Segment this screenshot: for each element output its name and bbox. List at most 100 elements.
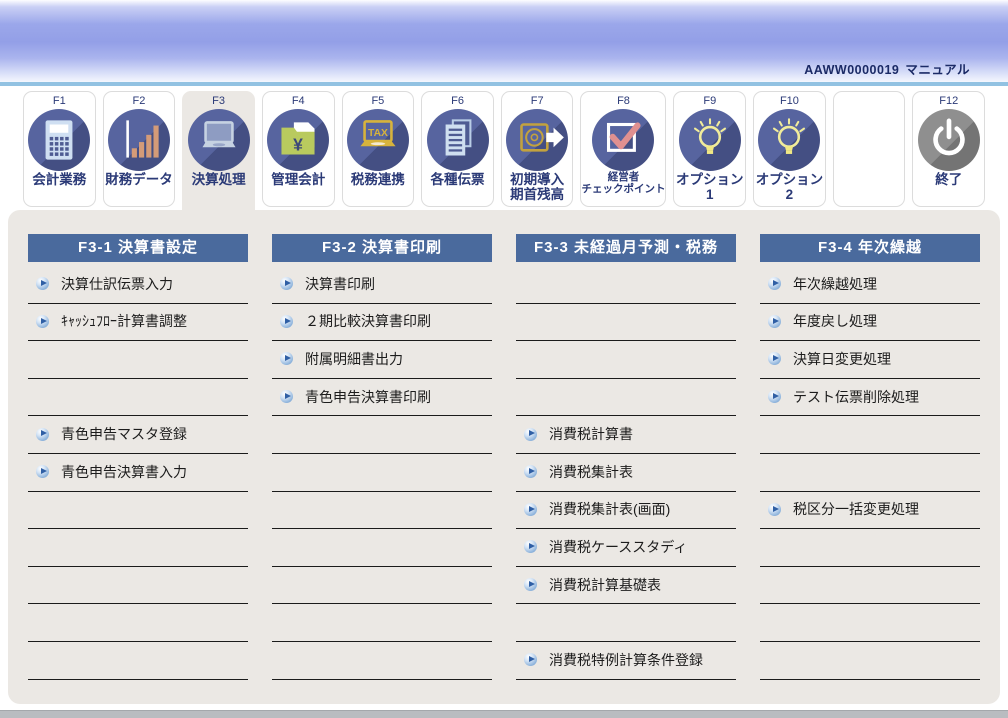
menu-item-label: 青色申告決算書入力 xyxy=(61,462,187,482)
power-icon xyxy=(918,109,980,171)
menu-item[interactable]: 消費税計算書 xyxy=(516,416,736,454)
menu-item-label: 年度戻し処理 xyxy=(793,311,877,331)
menu-row-empty xyxy=(516,604,736,642)
menu-item-label: 消費税集計表 xyxy=(549,462,633,482)
fkey-button-f10[interactable]: F10 オプション2 xyxy=(753,91,826,207)
menu-item-label: 消費税特例計算条件登録 xyxy=(549,650,703,670)
arrow-bullet-icon xyxy=(36,465,49,478)
menu-item[interactable]: 青色申告決算書入力 xyxy=(28,454,248,492)
menu-item-label: 決算仕訳伝票入力 xyxy=(61,274,173,294)
fkey-label: F1 xyxy=(53,94,66,108)
menu-row-empty xyxy=(28,642,248,680)
arrow-bullet-icon xyxy=(524,653,537,666)
fkey-button-f3[interactable]: F3 決算処理 xyxy=(182,91,255,207)
bulb-icon xyxy=(758,109,820,171)
tax-laptop-icon: TAX xyxy=(347,109,409,171)
menu-item-label: テスト伝票削除処理 xyxy=(793,387,919,407)
menu-row-empty xyxy=(760,529,980,567)
menu-row-empty xyxy=(760,567,980,605)
menu-item[interactable]: テスト伝票削除処理 xyxy=(760,379,980,417)
fkey-name: オプション2 xyxy=(756,172,824,202)
svg-text:TAX: TAX xyxy=(368,128,388,139)
arrow-bullet-icon xyxy=(280,277,293,290)
screen-id: AAWW0000019 xyxy=(804,63,899,77)
arrow-bullet-icon xyxy=(768,503,781,516)
menu-item[interactable]: 消費税ケーススタディ xyxy=(516,529,736,567)
menu-row-empty xyxy=(28,529,248,567)
menu-item-label: 決算日変更処理 xyxy=(793,349,891,369)
menu-item-label: 附属明細書出力 xyxy=(305,349,403,369)
bulb-icon xyxy=(679,109,741,171)
fkey-label: F10 xyxy=(780,94,799,108)
fkey-button-f8[interactable]: F8 経営者チェックポイント xyxy=(580,91,666,207)
laptop-icon xyxy=(188,109,250,171)
menu-item[interactable]: ２期比較決算書印刷 xyxy=(272,304,492,342)
arrow-bullet-icon xyxy=(280,352,293,365)
menu-row-empty xyxy=(516,379,736,417)
menu-item-label: 青色申告決算書印刷 xyxy=(305,387,431,407)
fkey-label: F3 xyxy=(212,94,225,108)
column-header: F3-4 年次繰越 xyxy=(760,234,980,262)
fkey-label: F8 xyxy=(617,94,630,108)
fkey-button-f5[interactable]: F5 TAX 税務連携 xyxy=(342,91,415,207)
column-header: F3-3 未経過月予測・税務 xyxy=(516,234,736,262)
manual-link[interactable]: マニュアル xyxy=(905,63,970,77)
menu-row-empty xyxy=(516,266,736,304)
menu-item-label: 税区分一括変更処理 xyxy=(793,499,919,519)
bar-chart-icon xyxy=(108,109,170,171)
fkey-label: F6 xyxy=(451,94,464,108)
menu-row-empty xyxy=(28,379,248,417)
menu-column: F3-3 未経過月予測・税務 消費税計算書 消費税集計表 消費税集計表(画面) … xyxy=(516,234,736,680)
menu-item[interactable]: 青色申告決算書印刷 xyxy=(272,379,492,417)
fkey-name: 財務データ xyxy=(105,172,173,187)
menu-item-label: 消費税計算書 xyxy=(549,424,633,444)
fkey-button-f4[interactable]: F4 ¥ 管理会計 xyxy=(262,91,335,207)
arrow-bullet-icon xyxy=(36,428,49,441)
fkey-label: F9 xyxy=(703,94,716,108)
menu-item[interactable]: 消費税集計表 xyxy=(516,454,736,492)
menu-item[interactable]: 青色申告マスタ登録 xyxy=(28,416,248,454)
menu-row-empty xyxy=(272,454,492,492)
menu-item-label: 消費税計算基礎表 xyxy=(549,575,661,595)
safe-arrow-icon xyxy=(506,109,568,171)
fkey-button-f6[interactable]: F6 各種伝票 xyxy=(421,91,494,207)
arrow-bullet-icon xyxy=(36,277,49,290)
arrow-bullet-icon xyxy=(280,315,293,328)
menu-item[interactable]: 決算仕訳伝票入力 xyxy=(28,266,248,304)
menu-item[interactable]: 附属明細書出力 xyxy=(272,341,492,379)
menu-row-empty xyxy=(272,529,492,567)
fkey-name: 経営者チェックポイント xyxy=(581,172,665,196)
menu-item[interactable]: 消費税集計表(画面) xyxy=(516,492,736,530)
fkey-label: F5 xyxy=(371,94,384,108)
arrow-bullet-icon xyxy=(524,503,537,516)
menu-item[interactable]: 決算書印刷 xyxy=(272,266,492,304)
menu-item-label: 消費税集計表(画面) xyxy=(549,499,670,519)
menu-row-empty xyxy=(760,416,980,454)
menu-row-empty xyxy=(28,492,248,530)
menu-row-empty xyxy=(28,341,248,379)
menu-grid: F3-1 決算書設定 決算仕訳伝票入力 ｷｬｯｼｭﾌﾛｰ計算書調整 青色申告マス… xyxy=(8,210,1000,680)
menu-row-empty xyxy=(516,304,736,342)
fkey-button-f1[interactable]: F1 会計業務 xyxy=(23,91,96,207)
menu-item[interactable]: 消費税計算基礎表 xyxy=(516,567,736,605)
menu-item[interactable]: 年度戻し処理 xyxy=(760,304,980,342)
menu-item[interactable]: 税区分一括変更処理 xyxy=(760,492,980,530)
menu-item[interactable]: ｷｬｯｼｭﾌﾛｰ計算書調整 xyxy=(28,304,248,342)
menu-item[interactable]: 消費税特例計算条件登録 xyxy=(516,642,736,680)
fkey-button-f7[interactable]: F7 初期導入期首残高 xyxy=(501,91,574,207)
menu-row-empty xyxy=(272,492,492,530)
fkey-button-f2[interactable]: F2 財務データ xyxy=(103,91,176,207)
fkey-label: F7 xyxy=(531,94,544,108)
fkey-label: F4 xyxy=(292,94,305,108)
fkey-label: F2 xyxy=(133,94,146,108)
fkey-empty-slot xyxy=(833,91,906,207)
fkey-button-f12[interactable]: F12 終了 xyxy=(912,91,985,207)
menu-column: F3-4 年次繰越 年次繰越処理 年度戻し処理 決算日変更処理 テスト伝票削除処… xyxy=(760,234,980,680)
fkey-button-f9[interactable]: F9 オプション1 xyxy=(673,91,746,207)
fkey-label: F12 xyxy=(939,94,958,108)
menu-item[interactable]: 決算日変更処理 xyxy=(760,341,980,379)
menu-item[interactable]: 年次繰越処理 xyxy=(760,266,980,304)
documents-icon xyxy=(427,109,489,171)
fkey-name: オプション1 xyxy=(676,172,744,202)
menu-item-label: 青色申告マスタ登録 xyxy=(61,424,187,444)
